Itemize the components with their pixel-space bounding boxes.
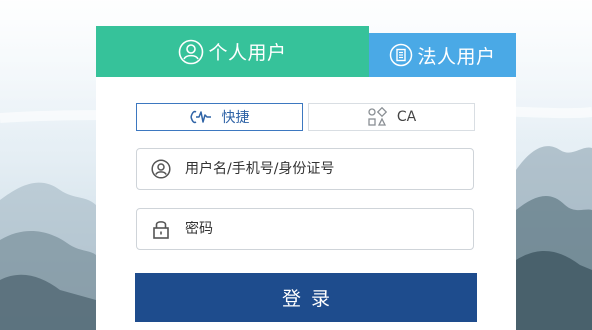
tab-personal-user[interactable]: 个人用户 xyxy=(96,26,369,77)
tab-personal-label: 个人用户 xyxy=(208,42,287,64)
username-input[interactable] xyxy=(185,161,455,177)
user-circle-icon xyxy=(178,39,204,65)
username-field[interactable] xyxy=(136,148,474,190)
lock-icon xyxy=(149,218,173,240)
tab-legal-label: 法人用户 xyxy=(417,45,496,68)
login-mode-ca[interactable]: CA xyxy=(308,103,475,131)
pulse-icon xyxy=(189,108,212,126)
tab-legal-user[interactable]: 法人用户 xyxy=(369,33,516,77)
login-mode-quick-label: 快捷 xyxy=(221,110,250,126)
ca-cert-icon xyxy=(367,107,387,127)
login-mode-quick[interactable]: 快捷 xyxy=(136,103,303,131)
building-doc-icon xyxy=(389,43,413,67)
login-mode-ca-label: CA xyxy=(396,109,417,125)
password-field[interactable] xyxy=(136,208,474,250)
password-input[interactable] xyxy=(185,221,455,237)
user-icon xyxy=(149,159,173,179)
login-button[interactable]: 登录 xyxy=(135,273,477,322)
